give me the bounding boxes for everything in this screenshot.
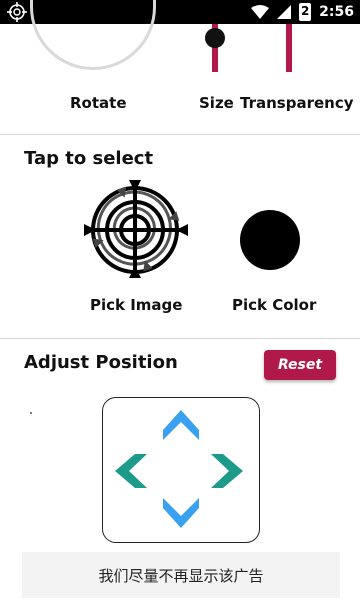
transparency-label: Transparency	[240, 94, 354, 112]
divider	[0, 338, 360, 339]
section-title-position: Adjust Position	[24, 352, 178, 373]
battery-level: 2	[300, 4, 310, 18]
arrow-down-icon[interactable]	[163, 498, 199, 528]
rotate-label: Rotate	[70, 94, 127, 112]
controls-panel: Rotate Size Transparency	[0, 0, 360, 134]
reset-button[interactable]: Reset	[264, 350, 336, 380]
clock: 2:56	[319, 4, 354, 20]
size-label: Size	[199, 94, 234, 112]
rotate-dial[interactable]	[30, 0, 156, 70]
cellular-signal-icon	[277, 5, 292, 19]
size-slider-knob[interactable]	[205, 28, 225, 48]
pick-image-label[interactable]: Pick Image	[90, 296, 182, 314]
battery-icon: 2	[299, 3, 312, 21]
arrow-left-icon[interactable]	[115, 454, 147, 488]
crosshair-image-button[interactable]	[82, 178, 192, 280]
stray-dot	[30, 412, 32, 414]
divider	[0, 134, 360, 135]
color-swatch-button[interactable]	[240, 210, 300, 270]
transparency-slider-track[interactable]	[286, 24, 292, 72]
arrow-up-icon[interactable]	[163, 410, 199, 440]
crosshair-icon	[7, 2, 27, 22]
ad-text: 我们尽量不再显示该广告	[98, 566, 264, 585]
wifi-icon	[251, 5, 270, 19]
section-title-select: Tap to select	[24, 148, 154, 169]
arrow-right-icon[interactable]	[211, 454, 243, 488]
direction-pad	[102, 397, 260, 543]
ad-banner[interactable]: 我们尽量不再显示该广告	[22, 552, 340, 598]
pick-color-label[interactable]: Pick Color	[232, 296, 316, 314]
